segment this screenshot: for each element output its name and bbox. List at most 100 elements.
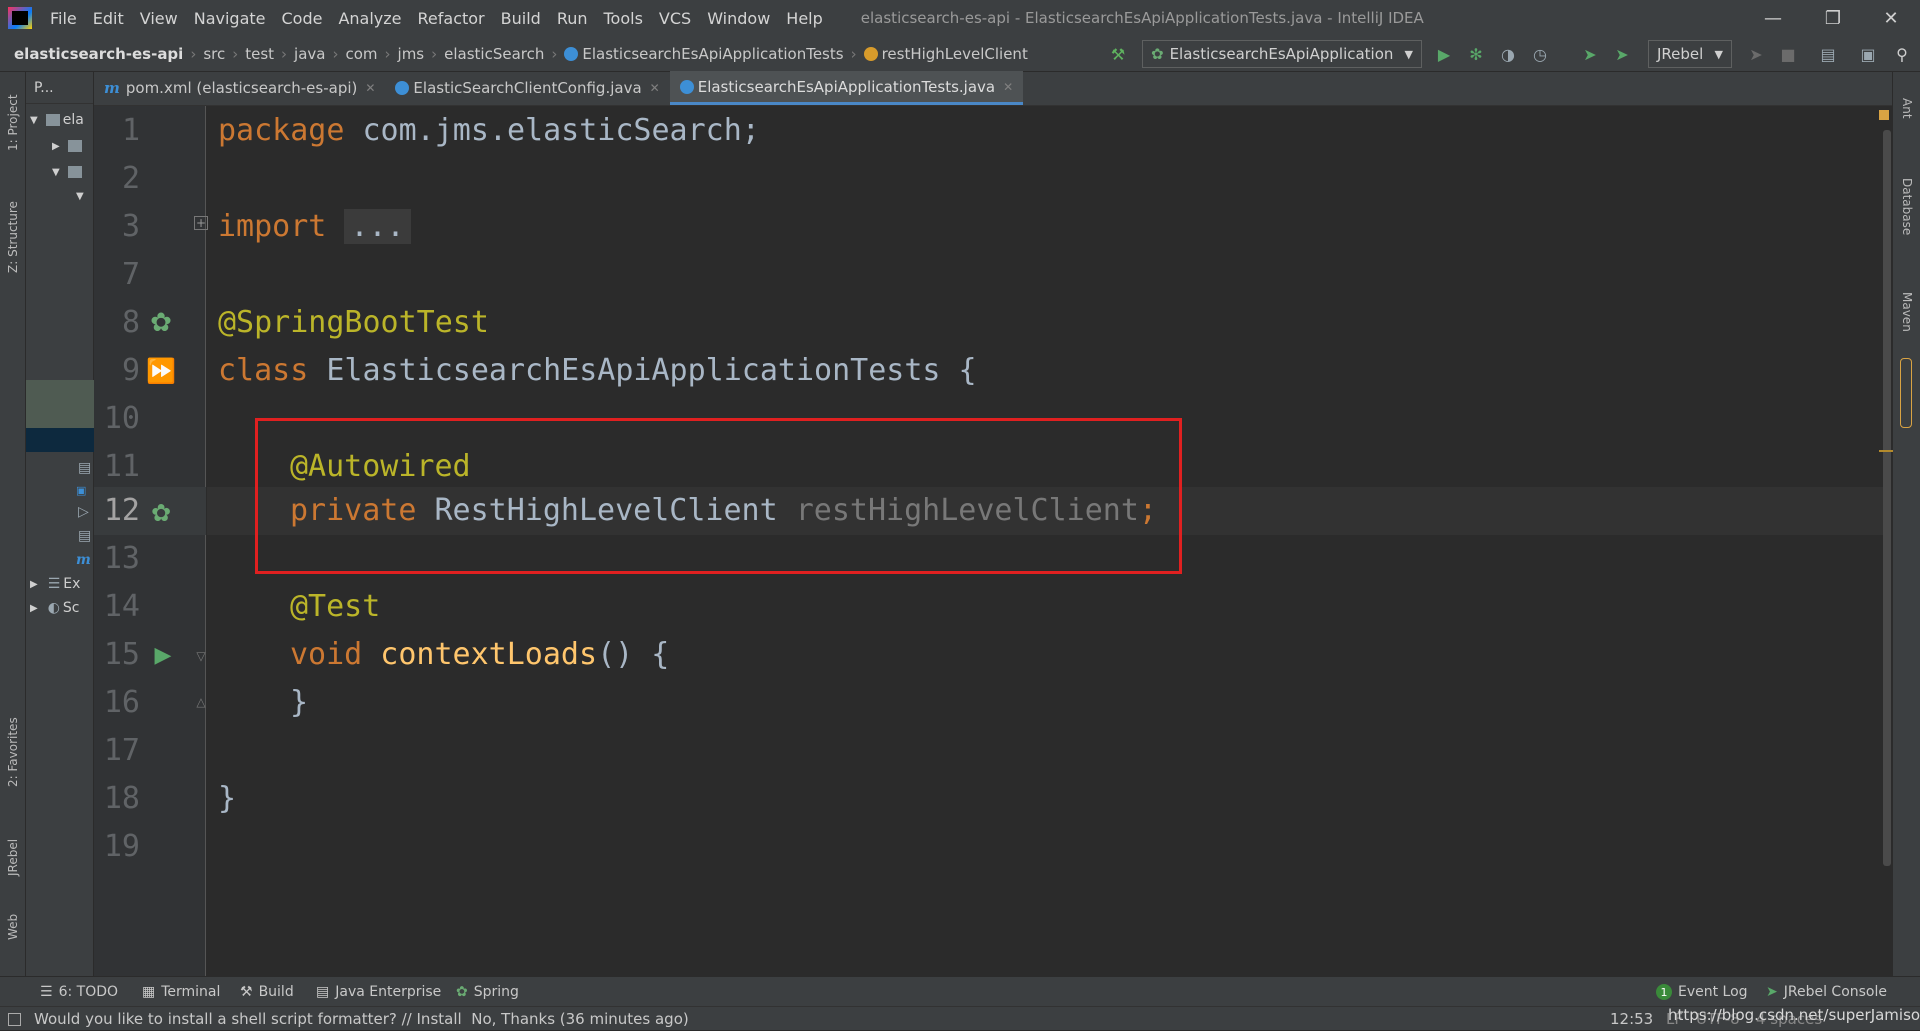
fold-expand-icon[interactable]: + xyxy=(194,216,208,230)
jrebel-select[interactable]: JRebel ▼ xyxy=(1648,40,1732,68)
breadcrumb-test[interactable]: test xyxy=(241,45,278,63)
coverage-icon[interactable]: ◑ xyxy=(1498,44,1518,64)
breadcrumb-class[interactable]: ElasticsearchEsApiApplicationTests xyxy=(560,45,847,63)
jrebel-debug-icon[interactable]: ➤ xyxy=(1612,44,1632,64)
layout-icon[interactable]: ▣ xyxy=(1858,44,1878,64)
menu-file[interactable]: File xyxy=(42,9,85,28)
menu-navigate[interactable]: Navigate xyxy=(186,9,274,28)
tool-spring[interactable]: ✿ Spring xyxy=(456,977,519,1007)
project-panel: P... ▼ ela ▶ ▼ ▼ ▤ ▣ ▷ ▤ m ▶ ☰ Ex ▶ ◐ Sc xyxy=(26,72,94,976)
tool-build-label: Build xyxy=(258,984,294,1000)
run-tests-icon[interactable]: ⏩ xyxy=(144,354,178,388)
tool-tab-favorites[interactable]: 2: Favorites xyxy=(0,702,26,802)
tree-file[interactable]: ▷ xyxy=(78,500,89,524)
tool-tab-jrebel[interactable]: JRebel xyxy=(0,822,26,892)
menu-code[interactable]: Code xyxy=(274,9,331,28)
restore-icon[interactable]: ❐ xyxy=(1804,0,1862,36)
menu-view[interactable]: View xyxy=(132,9,186,28)
tool-tab-project[interactable]: 1: Project xyxy=(0,78,26,168)
tool-todo[interactable]: ☰ 6: TODO xyxy=(40,977,118,1007)
run-icon[interactable]: ▶ xyxy=(1434,44,1454,64)
minimize-icon[interactable]: — xyxy=(1744,0,1802,36)
close-tab-icon[interactable]: ✕ xyxy=(1003,80,1013,94)
tool-tab-ant[interactable]: Ant xyxy=(1893,78,1920,138)
tab-application-tests[interactable]: ElasticsearchEsApiApplicationTests.java … xyxy=(669,71,1024,105)
menu-build[interactable]: Build xyxy=(493,9,549,28)
tool-tab-database[interactable]: Database xyxy=(1893,152,1920,262)
menu-refactor[interactable]: Refactor xyxy=(410,9,493,28)
tool-terminal[interactable]: ▦ Terminal xyxy=(142,977,220,1007)
breadcrumb-jms[interactable]: jms xyxy=(394,45,429,63)
menu-vcs[interactable]: VCS xyxy=(651,9,699,28)
tool-tab-structure[interactable]: Z: Structure xyxy=(0,182,26,292)
close-tab-icon[interactable]: ✕ xyxy=(650,81,660,95)
breadcrumb-member[interactable]: restHighLevelClient xyxy=(860,45,1032,63)
close-icon[interactable]: ✕ xyxy=(1862,0,1920,36)
jrebel-update-icon[interactable]: ➤ xyxy=(1746,44,1766,64)
tree-file[interactable]: ▤ xyxy=(78,456,91,480)
breadcrumb-java[interactable]: java xyxy=(290,45,329,63)
tree-focused-row[interactable] xyxy=(26,428,94,452)
folder-icon xyxy=(67,140,82,152)
folded-imports[interactable]: ... xyxy=(344,209,411,244)
editor-scrollbar-thumb[interactable] xyxy=(1883,130,1891,866)
tree-folder[interactable]: ▶ xyxy=(52,134,82,158)
autowired-navigate-icon[interactable]: ✿ xyxy=(144,496,178,530)
breadcrumb-project[interactable]: elasticsearch-es-api xyxy=(0,45,187,63)
profile-icon[interactable]: ◷ xyxy=(1530,44,1550,64)
tree-scratches[interactable]: ▶ ◐ Sc xyxy=(30,596,80,620)
tree-external-libraries[interactable]: ▶ ☰ Ex xyxy=(30,572,80,596)
stop-icon[interactable]: ■ xyxy=(1778,44,1798,64)
tree-file[interactable]: ▣ xyxy=(76,478,86,502)
tool-java-enterprise[interactable]: ▤ Java Enterprise xyxy=(316,977,441,1007)
tool-tab-maven[interactable]: Maven xyxy=(1893,272,1920,352)
memory-indicator[interactable] xyxy=(1900,358,1912,428)
fold-end-icon[interactable]: △ xyxy=(194,694,208,710)
tree-folder[interactable]: ▼ xyxy=(52,160,82,184)
class-icon xyxy=(679,79,694,94)
menu-window[interactable]: Window xyxy=(699,9,778,28)
search-icon[interactable]: ⚲ xyxy=(1892,44,1912,64)
breadcrumb-com[interactable]: com xyxy=(341,45,381,63)
run-configuration-select[interactable]: ✿ ElasticsearchEsApiApplication ▼ xyxy=(1142,40,1422,68)
menu-run[interactable]: Run xyxy=(549,9,596,28)
tree-folder[interactable]: ▼ xyxy=(76,184,84,208)
build-hammer-icon[interactable]: ⚒ xyxy=(1108,44,1128,64)
run-test-icon[interactable]: ▶ xyxy=(148,640,178,670)
menu-tools[interactable]: Tools xyxy=(596,9,651,28)
debug-icon[interactable]: ✻ xyxy=(1466,44,1486,64)
caret-position[interactable]: 12:53 xyxy=(1610,1007,1653,1031)
breadcrumb-src[interactable]: src xyxy=(199,45,229,63)
project-structure-icon[interactable]: ▤ xyxy=(1818,44,1838,64)
status-message[interactable]: Would you like to install a shell script… xyxy=(34,1007,689,1031)
tree-selected-row[interactable] xyxy=(26,380,94,428)
tab-application-tests-label: ElasticsearchEsApiApplicationTests.java xyxy=(697,77,996,96)
project-panel-header[interactable]: P... xyxy=(26,72,93,104)
menu-help[interactable]: Help xyxy=(778,9,830,28)
warning-marker[interactable] xyxy=(1879,450,1893,452)
spring-bean-icon[interactable]: ✿ xyxy=(144,306,178,340)
inspection-status-icon[interactable] xyxy=(1879,110,1889,120)
status-toggle-icon[interactable] xyxy=(8,1007,21,1031)
line-number: 13 xyxy=(103,541,140,576)
status-message-dismiss[interactable]: No, Thanks (36 minutes ago) xyxy=(471,1010,689,1028)
jrebel-run-icon[interactable]: ➤ xyxy=(1580,44,1600,64)
menu-analyze[interactable]: Analyze xyxy=(330,9,409,28)
tree-scratches-label: Sc xyxy=(62,600,80,616)
tool-tab-web[interactable]: Web xyxy=(0,902,26,952)
collapse-arrow-icon: ▶ xyxy=(30,578,38,590)
fold-collapse-icon[interactable]: ▽ xyxy=(194,648,208,664)
tab-pom-label: pom.xml (elasticsearch-es-api) xyxy=(125,79,358,97)
tab-client-config[interactable]: ElasticSearchClientConfig.java ✕ xyxy=(385,71,669,105)
close-tab-icon[interactable]: ✕ xyxy=(365,81,375,95)
line-number: 16 xyxy=(103,685,140,720)
tab-pom[interactable]: m pom.xml (elasticsearch-es-api) ✕ xyxy=(94,71,385,105)
tool-build[interactable]: ⚒ Build xyxy=(240,977,294,1007)
code-line-16: } xyxy=(290,679,308,727)
breadcrumb-elasticsearch[interactable]: elasticSearch xyxy=(440,45,548,63)
menu-edit[interactable]: Edit xyxy=(85,9,132,28)
tree-root-label: ela xyxy=(62,112,84,128)
tree-root[interactable]: ▼ ela xyxy=(30,108,84,132)
tree-file[interactable]: ▤ xyxy=(78,524,91,548)
bottom-tool-bar: ☰ 6: TODO ▦ Terminal ⚒ Build ▤ Java Enterpri… xyxy=(0,976,1920,1006)
